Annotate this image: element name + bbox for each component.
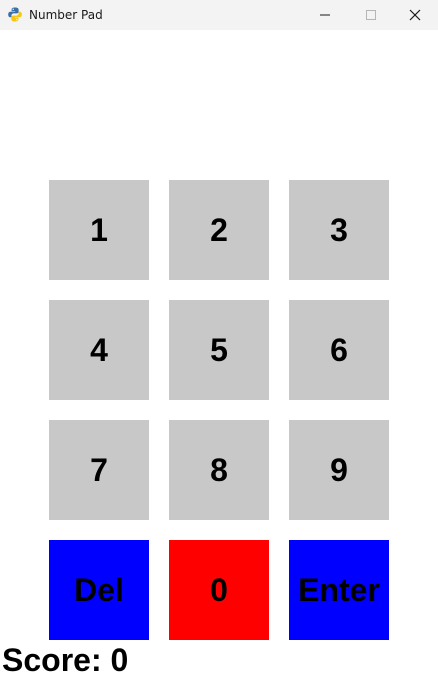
- key-0[interactable]: 0: [169, 540, 269, 640]
- key-3[interactable]: 3: [289, 180, 389, 280]
- key-8[interactable]: 8: [169, 420, 269, 520]
- close-button[interactable]: [392, 0, 438, 30]
- key-5[interactable]: 5: [169, 300, 269, 400]
- enter-button[interactable]: Enter: [289, 540, 389, 640]
- key-9[interactable]: 9: [289, 420, 389, 520]
- minimize-icon: [320, 14, 330, 16]
- key-4[interactable]: 4: [49, 300, 149, 400]
- maximize-button[interactable]: [348, 0, 394, 30]
- key-7[interactable]: 7: [49, 420, 149, 520]
- key-6[interactable]: 6: [289, 300, 389, 400]
- key-1[interactable]: 1: [49, 180, 149, 280]
- score-value: 0: [110, 642, 129, 678]
- title-bar[interactable]: Number Pad: [0, 0, 438, 30]
- minimize-button[interactable]: [302, 0, 348, 30]
- key-2[interactable]: 2: [169, 180, 269, 280]
- maximize-icon: [366, 10, 376, 20]
- number-pad-window: Number Pad 1 2 3 4 5 6 7 8 9 Del 0 Enter: [0, 0, 438, 680]
- window-title: Number Pad: [29, 8, 103, 22]
- python-icon: [8, 7, 22, 22]
- close-icon: [409, 9, 421, 21]
- score-display: Score: 0: [2, 640, 128, 680]
- score-label: Score:: [2, 642, 102, 678]
- delete-button[interactable]: Del: [49, 540, 149, 640]
